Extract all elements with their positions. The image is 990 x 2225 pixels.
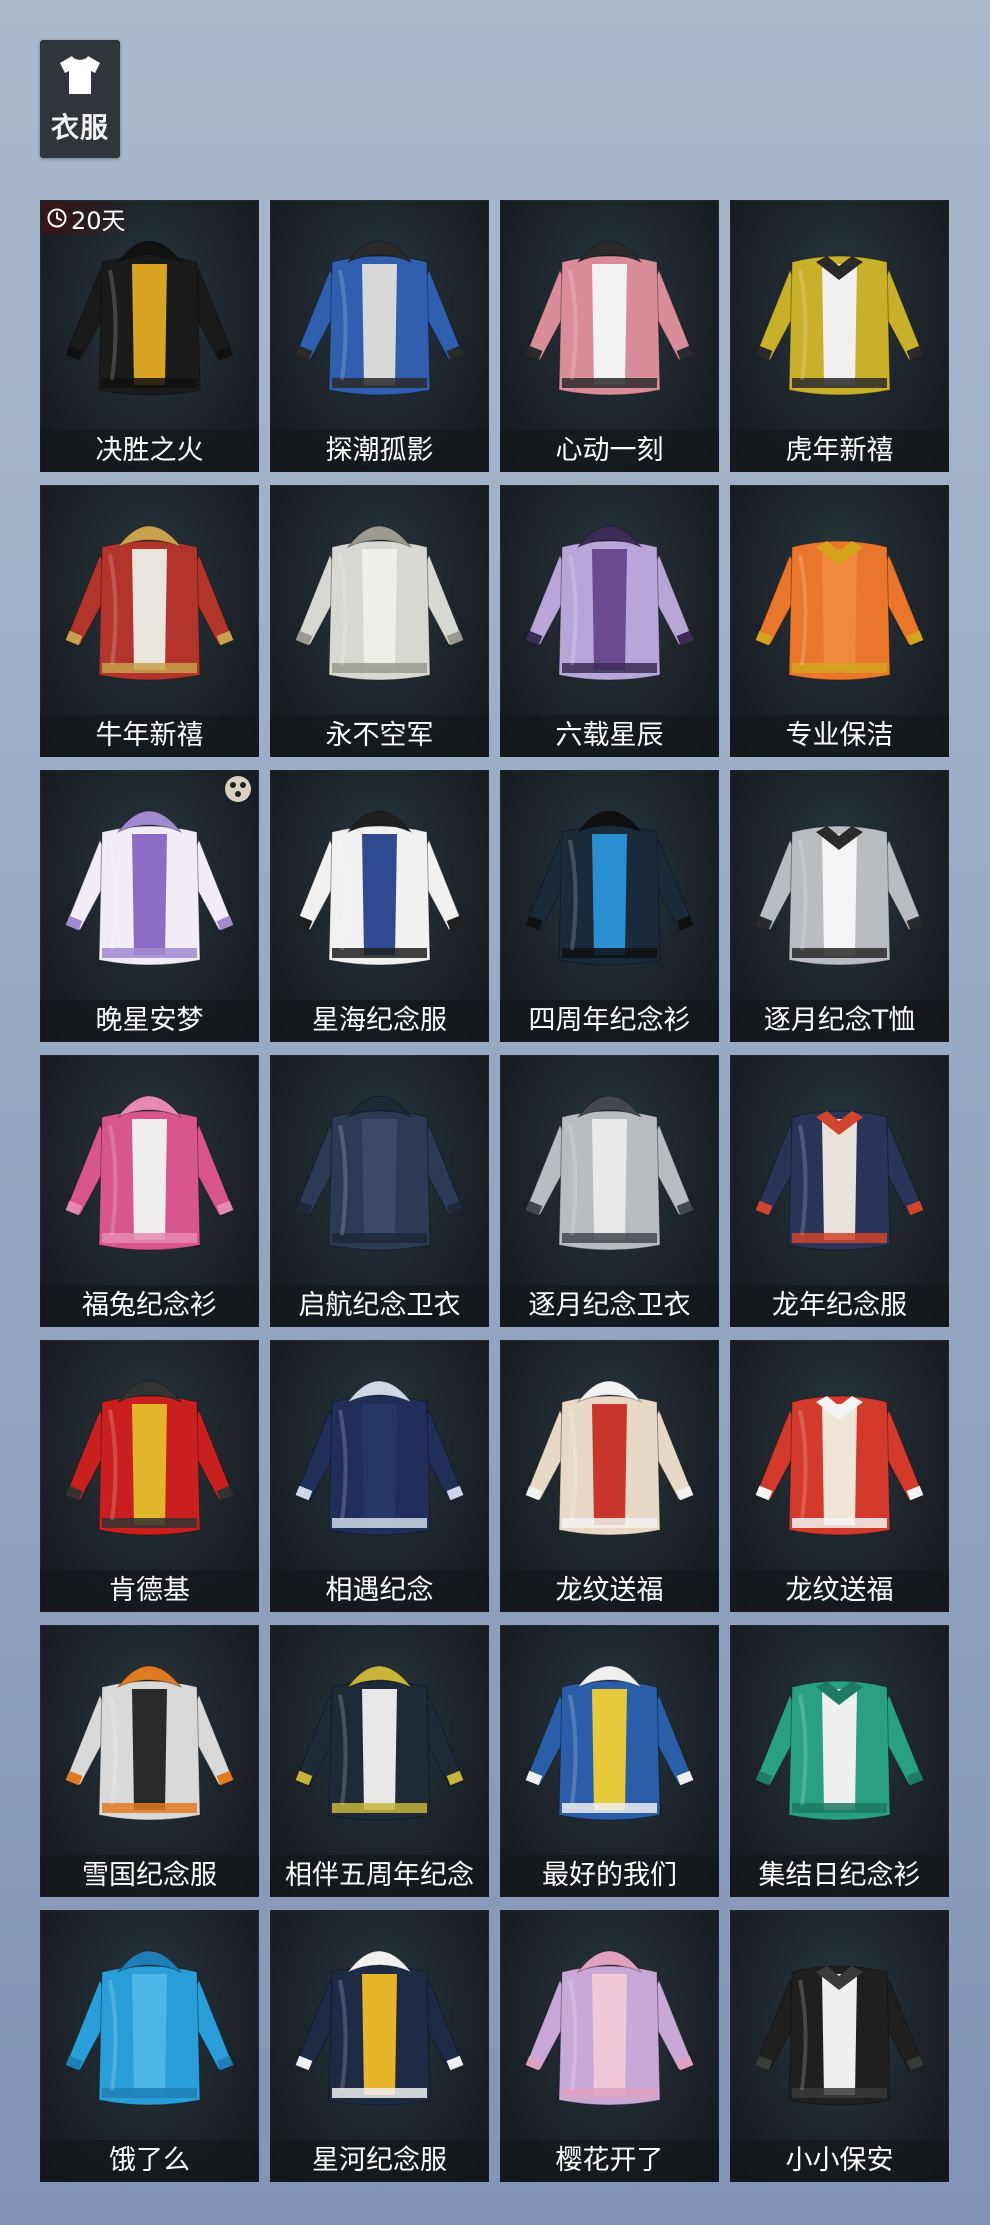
clothing-item-name: 福兔纪念衫 bbox=[40, 1285, 259, 1327]
expiry-badge: 20天 bbox=[42, 202, 136, 235]
clothing-preview-image bbox=[295, 1950, 464, 2106]
clothing-preview-image bbox=[525, 1665, 694, 1821]
clothing-preview-image bbox=[65, 525, 234, 681]
clothing-preview-image bbox=[295, 240, 464, 396]
clothing-preview-image bbox=[755, 255, 924, 396]
clothing-item-card[interactable]: 集结日纪念衫 bbox=[730, 1625, 949, 1897]
clothing-item-card[interactable]: 最好的我们 bbox=[500, 1625, 719, 1897]
expiry-text: 20天 bbox=[71, 206, 126, 235]
clothing-item-name: 饿了么 bbox=[40, 2140, 259, 2182]
clothing-item-name: 心动一刻 bbox=[500, 430, 719, 472]
clothing-preview-image bbox=[525, 1095, 694, 1251]
clothing-preview-image bbox=[525, 240, 694, 396]
clothing-preview-image bbox=[295, 1380, 464, 1536]
clothing-item-card[interactable]: 四周年纪念衫 bbox=[500, 770, 719, 1042]
clothing-item-card[interactable]: 雪国纪念服 bbox=[40, 1625, 259, 1897]
clothing-item-name: 相伴五周年纪念 bbox=[270, 1855, 489, 1897]
clothing-item-card[interactable]: 虎年新禧 bbox=[730, 200, 949, 472]
special-edition-icon bbox=[225, 776, 251, 802]
clothing-item-card[interactable]: 福兔纪念衫 bbox=[40, 1055, 259, 1327]
clothing-preview-image bbox=[295, 1095, 464, 1251]
clothing-preview-image bbox=[295, 810, 464, 966]
clothing-item-name: 探潮孤影 bbox=[270, 430, 489, 472]
clothing-item-card[interactable]: 专业保洁 bbox=[730, 485, 949, 757]
clothing-preview-image bbox=[65, 1380, 234, 1536]
clothing-item-name: 龙纹送福 bbox=[500, 1570, 719, 1612]
clothing-item-name: 最好的我们 bbox=[500, 1855, 719, 1897]
clothing-item-name: 小小保安 bbox=[730, 2140, 949, 2182]
clothing-item-card[interactable]: 20天决胜之火 bbox=[40, 200, 259, 472]
clothing-preview-image bbox=[65, 1950, 234, 2106]
clothing-item-name: 龙年纪念服 bbox=[730, 1285, 949, 1327]
clothing-item-name: 永不空军 bbox=[270, 715, 489, 757]
category-clothes-tab[interactable]: 衣服 bbox=[40, 40, 120, 158]
clothing-item-card[interactable]: 肯德基 bbox=[40, 1340, 259, 1612]
clothing-preview-image bbox=[755, 825, 924, 966]
clothing-preview-image bbox=[525, 525, 694, 681]
clothing-preview-image bbox=[65, 810, 234, 966]
clothing-preview-image bbox=[525, 1380, 694, 1536]
clothing-item-name: 星河纪念服 bbox=[270, 2140, 489, 2182]
clothing-item-name: 启航纪念卫衣 bbox=[270, 1285, 489, 1327]
clothing-preview-image bbox=[295, 525, 464, 681]
clothing-item-name: 樱花开了 bbox=[500, 2140, 719, 2182]
category-label: 衣服 bbox=[50, 111, 109, 144]
clothing-item-card[interactable]: 相遇纪念 bbox=[270, 1340, 489, 1612]
clothing-item-name: 决胜之火 bbox=[40, 430, 259, 472]
clothing-item-name: 四周年纪念衫 bbox=[500, 1000, 719, 1042]
clothing-item-card[interactable]: 启航纪念卫衣 bbox=[270, 1055, 489, 1327]
clothing-item-card[interactable]: 小小保安 bbox=[730, 1910, 949, 2182]
clothing-preview-image bbox=[755, 1395, 924, 1536]
clothing-item-card[interactable]: 饿了么 bbox=[40, 1910, 259, 2182]
clothing-preview-image bbox=[295, 1665, 464, 1821]
clock-icon bbox=[47, 208, 67, 228]
clothing-item-name: 虎年新禧 bbox=[730, 430, 949, 472]
clothing-preview-image bbox=[755, 540, 924, 681]
clothing-item-name: 龙纹送福 bbox=[730, 1570, 949, 1612]
clothing-item-card[interactable]: 龙年纪念服 bbox=[730, 1055, 949, 1327]
clothing-preview-image bbox=[755, 1680, 924, 1821]
clothing-item-card[interactable]: 永不空军 bbox=[270, 485, 489, 757]
clothing-preview-image bbox=[755, 1965, 924, 2106]
clothing-item-card[interactable]: 相伴五周年纪念 bbox=[270, 1625, 489, 1897]
clothing-item-card[interactable]: 探潮孤影 bbox=[270, 200, 489, 472]
clothing-preview-image bbox=[755, 1110, 924, 1251]
clothing-item-name: 专业保洁 bbox=[730, 715, 949, 757]
clothing-item-name: 六载星辰 bbox=[500, 715, 719, 757]
clothing-item-card[interactable]: 逐月纪念T恤 bbox=[730, 770, 949, 1042]
clothing-item-name: 肯德基 bbox=[40, 1570, 259, 1612]
clothing-grid: 20天 决胜之火 探潮孤影 心动一刻 虎年新禧 牛年新禧 永不空军 六载星辰 专业保洁 晚星安梦星… bbox=[40, 200, 949, 2182]
clothing-item-card[interactable]: 龙纹送福 bbox=[500, 1340, 719, 1612]
clothing-item-card[interactable]: 星河纪念服 bbox=[270, 1910, 489, 2182]
clothing-preview-image bbox=[525, 1950, 694, 2106]
clothing-item-name: 雪国纪念服 bbox=[40, 1855, 259, 1897]
clothing-item-card[interactable]: 晚星安梦 bbox=[40, 770, 259, 1042]
clothing-item-name: 逐月纪念卫衣 bbox=[500, 1285, 719, 1327]
clothing-item-card[interactable]: 六载星辰 bbox=[500, 485, 719, 757]
clothing-item-card[interactable]: 樱花开了 bbox=[500, 1910, 719, 2182]
clothing-item-name: 相遇纪念 bbox=[270, 1570, 489, 1612]
clothing-item-card[interactable]: 逐月纪念卫衣 bbox=[500, 1055, 719, 1327]
clothing-item-card[interactable]: 心动一刻 bbox=[500, 200, 719, 472]
tshirt-icon bbox=[60, 56, 100, 94]
clothing-item-card[interactable]: 龙纹送福 bbox=[730, 1340, 949, 1612]
clothing-preview-image bbox=[65, 1095, 234, 1251]
clothing-item-name: 集结日纪念衫 bbox=[730, 1855, 949, 1897]
clothing-item-name: 牛年新禧 bbox=[40, 715, 259, 757]
clothing-item-card[interactable]: 牛年新禧 bbox=[40, 485, 259, 757]
clothing-item-name: 晚星安梦 bbox=[40, 1000, 259, 1042]
clothing-preview-image bbox=[65, 1665, 234, 1821]
clothing-item-card[interactable]: 星海纪念服 bbox=[270, 770, 489, 1042]
clothing-item-name: 星海纪念服 bbox=[270, 1000, 489, 1042]
clothing-preview-image bbox=[525, 810, 694, 966]
clothing-item-name: 逐月纪念T恤 bbox=[730, 1000, 949, 1042]
